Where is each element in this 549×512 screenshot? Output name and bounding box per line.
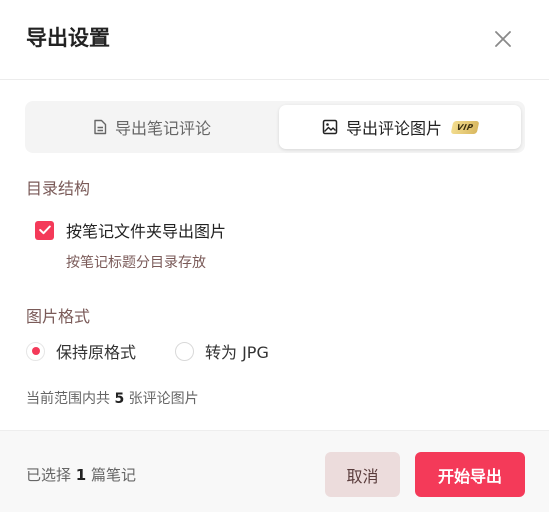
radio-convert-jpg[interactable]: 转为 JPG	[175, 340, 269, 362]
vip-badge: VIP	[450, 120, 480, 134]
image-icon	[322, 119, 338, 135]
directory-section-label: 目录结构	[26, 179, 91, 198]
cancel-button[interactable]: 取消	[325, 452, 400, 497]
dialog-footer: 已选择 1 篇笔记 取消 开始导出	[0, 430, 549, 512]
tab-label: 导出评论图片	[345, 119, 442, 138]
radio-button[interactable]	[26, 341, 45, 361]
checkmark-icon	[38, 225, 51, 235]
tab-export-note-comments[interactable]: 导出笔记评论	[29, 105, 275, 149]
selected-count: 1	[75, 466, 87, 484]
format-section-label: 图片格式	[26, 307, 91, 326]
document-icon	[93, 119, 107, 135]
tab-export-comment-images[interactable]: 导出评论图片 VIP	[279, 105, 521, 149]
export-settings-dialog: 导出设置 导出笔记评论 导出评论图片 VIP 目录结构 按笔记文件夹导出图片 按…	[0, 0, 549, 512]
folder-export-checkbox[interactable]	[35, 220, 54, 240]
folder-export-label: 按笔记文件夹导出图片	[66, 222, 227, 241]
radio-selected-dot	[31, 347, 40, 355]
tab-label: 导出笔记评论	[114, 119, 211, 138]
dialog-title: 导出设置	[26, 26, 110, 50]
radio-label: 转为 JPG	[205, 343, 269, 362]
radio-button[interactable]	[175, 341, 194, 361]
summary-prefix: 当前范围内共	[26, 391, 110, 407]
selected-notes-summary: 已选择 1 篇笔记	[26, 464, 136, 485]
selected-suffix: 篇笔记	[91, 466, 137, 484]
summary-suffix: 张评论图片	[128, 391, 199, 407]
close-button[interactable]	[490, 26, 516, 52]
close-icon	[495, 31, 511, 47]
start-export-button[interactable]: 开始导出	[415, 452, 525, 497]
dialog-header: 导出设置	[0, 0, 549, 80]
summary-count: 5	[114, 391, 125, 407]
selected-prefix: 已选择	[26, 466, 72, 484]
radio-keep-original-format[interactable]: 保持原格式	[26, 340, 136, 362]
folder-export-checkbox-row[interactable]: 按笔记文件夹导出图片	[35, 219, 226, 241]
folder-export-hint: 按笔记标题分目录存放	[66, 255, 206, 271]
export-mode-tabs: 导出笔记评论 导出评论图片 VIP	[25, 101, 525, 153]
image-count-summary: 当前范围内共 5 张评论图片	[26, 388, 199, 408]
radio-label: 保持原格式	[56, 343, 137, 362]
